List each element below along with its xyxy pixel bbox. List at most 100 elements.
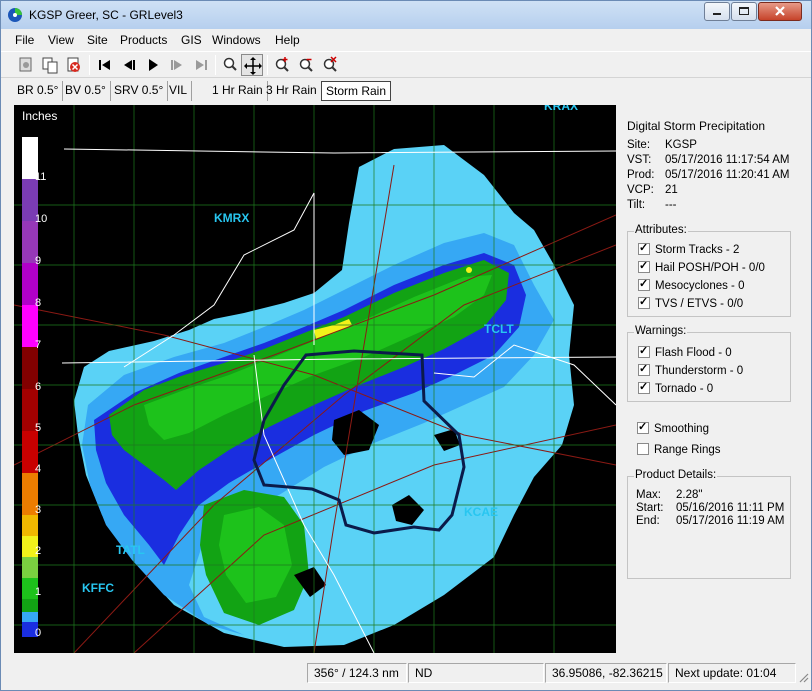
checkbox-checked[interactable] <box>638 259 650 273</box>
magnifier-button[interactable] <box>219 54 241 76</box>
tab-storm-rain[interactable]: Storm Rain <box>321 81 392 101</box>
legend-label: 8 <box>35 297 42 309</box>
delete-button[interactable] <box>63 54 85 76</box>
tab-srv[interactable]: SRV 0.5° <box>110 81 169 101</box>
radar-site-kffc[interactable]: KFFC <box>82 581 114 595</box>
smoothing-checkbox[interactable]: Smoothing <box>637 420 709 435</box>
copy-button[interactable] <box>39 54 61 76</box>
checkbox-label: Tornado - 0 <box>655 383 714 395</box>
skip-to-start-button[interactable] <box>94 54 116 76</box>
checkbox-label: Range Rings <box>654 444 721 456</box>
status-bearing-range: 356° / 124.3 nm <box>307 663 407 683</box>
tab-bv[interactable]: BV 0.5° <box>61 81 111 101</box>
new-window-button[interactable] <box>15 54 37 76</box>
warnings-group-label: Warnings: <box>634 325 688 337</box>
zoom-out-button[interactable] <box>295 54 317 76</box>
info-tilt-key: Tilt: <box>627 199 646 211</box>
checkbox-label: Mesocyclones - 0 <box>655 280 745 292</box>
range-rings-checkbox[interactable]: Range Rings <box>637 443 720 456</box>
play-button[interactable] <box>142 54 164 76</box>
info-prod: Prod: 05/17/2016 11:20:41 AM <box>627 169 789 181</box>
info-vcp-key: VCP: <box>627 184 654 196</box>
radar-site-tatl[interactable]: TATL <box>116 543 145 557</box>
checkbox-unchecked[interactable] <box>637 443 649 455</box>
tvs-checkbox[interactable]: TVS / ETVS - 0/0 <box>638 295 743 310</box>
legend-swatch <box>22 612 38 622</box>
menu-products[interactable]: Products <box>120 33 167 47</box>
attributes-group: Attributes: Storm Tracks - 2 Hail POSH/P… <box>627 224 791 317</box>
play-icon <box>149 59 158 71</box>
toolbar-separator <box>267 55 268 75</box>
copy-icon <box>42 57 58 74</box>
legend-label: 0 <box>35 627 42 639</box>
product-details-group: Product Details: Max: 2.28" Start: 05/16… <box>627 469 791 579</box>
checkbox-checked[interactable] <box>638 362 650 376</box>
info-tilt-value: --- <box>665 199 677 211</box>
thunderstorm-checkbox[interactable]: Thunderstorm - 0 <box>638 362 744 377</box>
minimize-button[interactable] <box>704 2 730 21</box>
checkbox-label: Flash Flood - 0 <box>655 347 732 359</box>
hail-checkbox[interactable]: Hail POSH/POH - 0/0 <box>638 259 765 274</box>
checkbox-label: Hail POSH/POH - 0/0 <box>655 262 765 274</box>
checkbox-checked[interactable] <box>638 344 650 358</box>
resize-grip-icon[interactable] <box>797 671 809 683</box>
radar-map[interactable]: Inches 11 10 9 8 7 6 5 4 3 2 1 0 KMRX KF… <box>14 105 616 653</box>
checkbox-checked[interactable] <box>638 241 650 255</box>
delete-icon <box>67 57 80 72</box>
checkbox-label: Storm Tracks - 2 <box>655 244 740 256</box>
title-bar[interactable]: KGSP Greer, SC - GRLevel3 <box>1 1 811 29</box>
menu-file[interactable]: File <box>15 33 34 47</box>
checkbox-checked[interactable] <box>638 380 650 394</box>
tab-1hr-rain[interactable]: 1 Hr Rain <box>208 81 268 101</box>
checkbox-checked[interactable] <box>638 277 650 291</box>
storm-tracks-checkbox[interactable]: Storm Tracks - 2 <box>638 241 740 256</box>
checkbox-label: Smoothing <box>654 423 709 435</box>
menu-windows[interactable]: Windows <box>212 33 261 47</box>
legend-swatch <box>22 515 38 536</box>
window-title: KGSP Greer, SC - GRLevel3 <box>29 8 183 22</box>
product-tab-bar: BR 0.5° BV 0.5° SRV 0.5° VIL 1 Hr Rain 3… <box>1 79 811 103</box>
tab-br[interactable]: BR 0.5° <box>13 81 64 101</box>
zoom-in-button[interactable] <box>271 54 293 76</box>
pan-button[interactable] <box>241 54 263 76</box>
checkbox-label: Thunderstorm - 0 <box>655 365 744 377</box>
product-details-label: Product Details: <box>634 469 718 481</box>
step-back-button[interactable] <box>118 54 140 76</box>
radar-site-tclt[interactable]: TCLT <box>484 322 514 336</box>
menu-gis[interactable]: GIS <box>181 33 202 47</box>
detail-end-value: 05/17/2016 11:19 AM <box>676 515 785 527</box>
legend-label: 6 <box>35 381 42 393</box>
radar-site-kmrx[interactable]: KMRX <box>214 211 249 225</box>
legend-title: Inches <box>22 109 58 123</box>
checkbox-checked[interactable] <box>637 420 649 434</box>
step-back-icon <box>124 60 135 70</box>
legend-swatch <box>22 599 38 612</box>
step-forward-button[interactable] <box>166 54 188 76</box>
maximize-icon <box>739 7 749 15</box>
checkbox-checked[interactable] <box>638 295 650 309</box>
zoom-reset-button[interactable] <box>319 54 341 76</box>
status-coordinates: 36.95086, -82.36215 <box>545 663 667 683</box>
zoom-reset-icon <box>323 56 337 72</box>
close-icon <box>775 6 785 16</box>
tab-vil[interactable]: VIL <box>165 81 193 101</box>
skip-to-end-button[interactable] <box>190 54 212 76</box>
info-site-key: Site: <box>627 139 651 151</box>
radar-site-kcae[interactable]: KCAE <box>464 505 498 519</box>
menu-site[interactable]: Site <box>87 33 108 47</box>
tab-3hr-rain[interactable]: 3 Hr Rain <box>262 81 322 101</box>
info-tilt: Tilt: --- <box>627 199 677 211</box>
legend-swatch <box>22 557 38 578</box>
legend-label: 5 <box>35 422 42 434</box>
flash-flood-checkbox[interactable]: Flash Flood - 0 <box>638 344 732 359</box>
mesocyclones-checkbox[interactable]: Mesocyclones - 0 <box>638 277 745 292</box>
tornado-checkbox[interactable]: Tornado - 0 <box>638 380 714 395</box>
maximize-button[interactable] <box>731 2 757 21</box>
status-next-update: Next update: 01:04 <box>668 663 796 683</box>
minimize-icon <box>713 13 721 15</box>
menu-help[interactable]: Help <box>275 33 300 47</box>
radar-site-krax[interactable]: KRAX <box>544 105 578 113</box>
zoom-out-icon <box>299 58 313 72</box>
menu-view[interactable]: View <box>48 33 74 47</box>
close-button[interactable] <box>758 2 802 21</box>
